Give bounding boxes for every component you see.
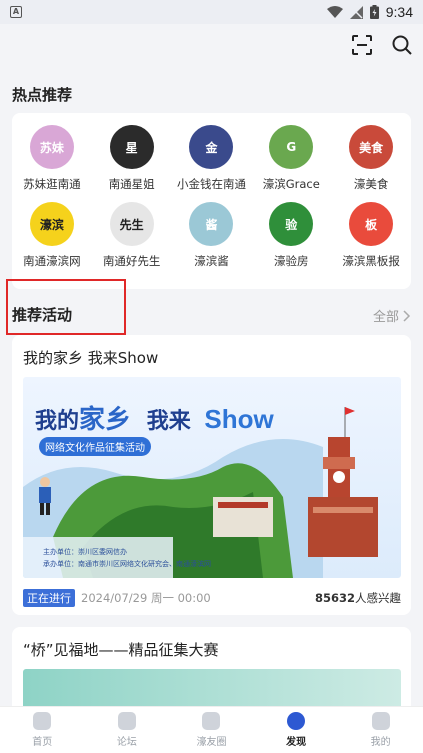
- activity-title: 我的家乡 我来Show: [23, 349, 159, 367]
- hot-item-label: 南通濠滨网: [23, 254, 81, 268]
- banner-headline: 我的家乡 我来 Show: [35, 404, 274, 435]
- avatar: 濠滨: [29, 202, 74, 246]
- avatar: 美食: [349, 125, 394, 169]
- discover-icon: [287, 712, 306, 730]
- avatar: G: [269, 125, 314, 169]
- hot-item-label: 濠验房: [274, 254, 309, 268]
- activity-banner-image: 我的家乡 我来 Show 网络文化作品征集活动 主办单位：崇川区委网信办 承办单…: [23, 377, 401, 578]
- hot-grid: 苏妹 苏妹逛南通星南通星姐金小金钱在南通 G 濠滨Grace 美食 濠美食 濠滨 南通濠滨网先…: [12, 113, 411, 269]
- banner-host: 主办单位：崇川区委网信办: [43, 548, 127, 556]
- hot-item-label: 南通星姐: [108, 177, 155, 191]
- all-activities-link[interactable]: 全部: [373, 306, 411, 325]
- nav-item-profile[interactable]: 我的: [338, 707, 423, 753]
- wifi-icon: [326, 6, 343, 18]
- chevron-right-icon: [403, 309, 411, 322]
- hot-item[interactable]: G 濠滨Grace: [251, 125, 331, 192]
- hot-item[interactable]: 美食 濠美食: [331, 125, 411, 192]
- hot-item[interactable]: 金小金钱在南通: [172, 125, 252, 192]
- nav-label: 发现: [286, 737, 307, 748]
- hot-item-label: 濠滨酱: [194, 254, 229, 268]
- hot-item-label: 南通好先生: [102, 254, 161, 268]
- hot-item[interactable]: 星南通星姐: [92, 125, 172, 192]
- hot-item[interactable]: 先生 南通好先生: [92, 202, 172, 269]
- avatar: 板: [349, 202, 394, 246]
- nav-item-home[interactable]: 首页: [0, 707, 85, 753]
- activities-section-title: 推荐活动: [12, 306, 73, 324]
- nav-label: 论坛: [116, 737, 137, 748]
- nav-label: 我的: [370, 737, 391, 748]
- header-actions: [351, 34, 413, 56]
- avatar: 金: [189, 125, 234, 169]
- avatar: 星: [109, 125, 154, 169]
- avatar: 先生: [109, 202, 154, 246]
- activity-title: “桥”见福地——精品征集大赛: [23, 641, 219, 659]
- nav-label: 濠友圈: [196, 737, 227, 748]
- avatar: 苏妹: [29, 125, 74, 169]
- hot-item-label: 濠滨Grace: [262, 177, 320, 191]
- hot-item[interactable]: 板濠滨黑板报: [331, 202, 411, 269]
- activity-meta: 正在进行 2024/07/29 周一 00:00 85632人感兴趣: [23, 589, 401, 607]
- bottom-nav: 首页 论坛 濠友圈 发现 我的: [0, 706, 423, 753]
- forum-icon: [117, 712, 136, 730]
- no-signal-icon: [349, 5, 363, 19]
- nav-label: 首页: [32, 737, 53, 748]
- hot-item[interactable]: 苏妹 苏妹逛南通: [12, 125, 92, 192]
- status-badge: 正在进行: [23, 589, 75, 607]
- banner-organizer: 承办单位：南通市崇川区网络文化研究会、南通濠滨网: [43, 560, 211, 568]
- all-label: 全部: [372, 310, 399, 325]
- activity-date: 2024/07/29 周一 00:00: [81, 591, 211, 605]
- hot-item[interactable]: 濠滨 南通濠滨网: [12, 202, 92, 269]
- nav-item-discover[interactable]: 发现: [254, 707, 339, 753]
- interest-count: 85632人感兴趣: [314, 591, 401, 605]
- clock: 9:34: [385, 4, 413, 20]
- scan-icon[interactable]: [351, 34, 373, 56]
- search-icon[interactable]: [391, 34, 413, 56]
- hot-item[interactable]: 酱濠滨酱: [172, 202, 252, 269]
- hot-item[interactable]: 验濠验房: [251, 202, 331, 269]
- circle-icon: [202, 712, 221, 730]
- profile-icon: [371, 712, 390, 730]
- battery-icon: [369, 5, 379, 19]
- hot-item-label: 苏妹逛南通: [23, 177, 81, 191]
- avatar: 验: [269, 202, 314, 246]
- home-icon: [33, 712, 52, 730]
- hot-item-label: 濠滨黑板报: [342, 254, 400, 268]
- nav-item-circle[interactable]: 濠友圈: [169, 707, 254, 753]
- hot-item-label: 小金钱在南通: [176, 177, 246, 191]
- hot-card: 苏妹 苏妹逛南通星南通星姐金小金钱在南通 G 濠滨Grace 美食 濠美食 濠滨 南通濠滨网先…: [12, 113, 411, 289]
- avatar: 酱: [189, 202, 234, 246]
- notification-a-icon: A: [10, 6, 22, 18]
- hot-section-title: 热点推荐: [12, 86, 73, 104]
- status-bar: A 9:34: [0, 0, 423, 24]
- hot-item-label: 濠美食: [353, 177, 389, 191]
- banner-subtitle: 网络文化作品征集活动: [39, 437, 151, 456]
- nav-item-forum[interactable]: 论坛: [85, 707, 170, 753]
- activity-card[interactable]: 我的家乡 我来Show 我的家乡 我来 Show 网络文化作品征集活动 主办单位…: [12, 335, 411, 615]
